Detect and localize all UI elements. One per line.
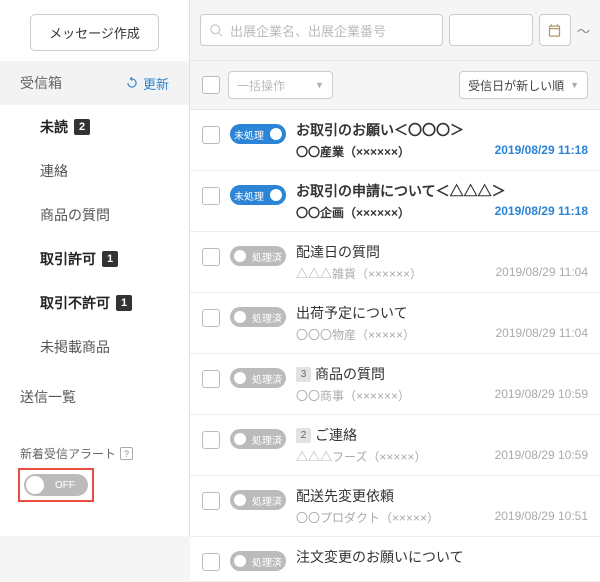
inbox-label[interactable]: 受信箱 — [20, 73, 62, 93]
date-tilde: 〜 — [577, 21, 590, 40]
message-subject: 3商品の質問 — [296, 364, 588, 384]
calendar-button[interactable] — [539, 14, 571, 46]
message-subject: 配達日の質問 — [296, 242, 588, 262]
row-checkbox[interactable] — [202, 492, 220, 510]
sort-label: 受信日が新しい順 — [468, 77, 564, 94]
message-row[interactable]: 未処理お取引の申請について＜△△△＞ 〇〇企画（××××××） 2019/08/29… — [190, 171, 600, 232]
sidebar-item[interactable]: 取引不許可1 — [0, 281, 189, 325]
sidebar-item[interactable]: 未掲載商品 — [0, 325, 189, 369]
refresh-link[interactable]: 更新 — [125, 74, 169, 93]
count-badge: 2 — [74, 119, 90, 135]
select-all-checkbox[interactable] — [202, 76, 220, 94]
toggle-text: OFF — [44, 480, 86, 491]
refresh-icon — [125, 76, 139, 90]
status-pill[interactable]: 処理済 — [230, 551, 286, 571]
message-subject: お取引の申請について＜△△△＞ — [296, 181, 588, 201]
message-date: 2019/08/29 11:18 — [495, 143, 588, 160]
sidebar-item[interactable]: 連絡 — [0, 149, 189, 193]
status-pill[interactable]: 処理済 — [230, 307, 286, 327]
status-pill[interactable]: 未処理 — [230, 124, 286, 144]
message-row[interactable]: 処理済出荷予定について〇〇〇物産（×××××） 2019/08/29 11:04 — [190, 293, 600, 354]
message-from: 〇〇〇物産（×××××） — [296, 326, 415, 343]
count-badge: 1 — [116, 295, 132, 311]
date-from-input[interactable] — [449, 14, 533, 46]
message-date: 2019/08/29 11:04 — [495, 265, 588, 282]
toggle-knob — [26, 476, 44, 494]
count-badge: 1 — [102, 251, 118, 267]
chevron-down-icon: ▼ — [570, 80, 579, 90]
status-pill[interactable]: 未処理 — [230, 185, 286, 205]
message-row[interactable]: 処理済配送先変更依頼〇〇プロダクト（×××××） 2019/08/29 10:51 — [190, 476, 600, 537]
bulk-label: 一括操作 — [237, 77, 285, 94]
message-row[interactable]: 処理済注文変更のお願いについて — [190, 537, 600, 582]
message-from: △△△雑貨（××××××） — [296, 265, 422, 282]
sent-list-link[interactable]: 送信一覧 — [0, 369, 189, 419]
alert-label: 新着受信アラート — [20, 445, 116, 462]
row-checkbox[interactable] — [202, 248, 220, 266]
row-checkbox[interactable] — [202, 126, 220, 144]
row-checkbox[interactable] — [202, 553, 220, 571]
message-from: 〇〇商事（××××××） — [296, 387, 410, 404]
help-icon[interactable]: ? — [120, 447, 133, 460]
thread-count-badge: 3 — [296, 367, 311, 382]
message-date: 2019/08/29 11:04 — [495, 326, 588, 343]
message-row[interactable]: 処理済配達日の質問 △△△雑貨（××××××） 2019/08/29 11:04 — [190, 232, 600, 293]
message-from: △△△フーズ（×××××） — [296, 448, 426, 465]
status-pill[interactable]: 処理済 — [230, 246, 286, 266]
message-subject: 配送先変更依頼 — [296, 486, 588, 506]
message-date: 2019/08/29 11:18 — [495, 204, 588, 221]
row-checkbox[interactable] — [202, 309, 220, 327]
sidebar-item[interactable]: 未読2 — [0, 105, 189, 149]
row-checkbox[interactable] — [202, 431, 220, 449]
message-subject: 出荷予定について — [296, 303, 588, 323]
status-pill[interactable]: 処理済 — [230, 490, 286, 510]
message-subject: 2ご連絡 — [296, 425, 588, 445]
sidebar-item[interactable]: 取引許可1 — [0, 237, 189, 281]
bulk-action-select[interactable]: 一括操作 ▼ — [228, 71, 333, 99]
message-subject: 注文変更のお願いについて — [296, 547, 588, 567]
message-subject: お取引のお願い＜〇〇〇＞ — [296, 120, 588, 140]
status-pill[interactable]: 処理済 — [230, 368, 286, 388]
chevron-down-icon: ▼ — [315, 80, 324, 90]
compose-button[interactable]: メッセージ作成 — [30, 14, 159, 51]
message-row[interactable]: 処理済 3商品の質問〇〇商事（××××××） 2019/08/29 10:59 — [190, 354, 600, 415]
search-input[interactable]: 出展企業名、出展企業番号 — [200, 14, 443, 46]
message-date: 2019/08/29 10:51 — [495, 509, 588, 526]
row-checkbox[interactable] — [202, 187, 220, 205]
message-row[interactable]: 処理済 2ご連絡 △△△フーズ（×××××） 2019/08/29 10:59 — [190, 415, 600, 476]
sidebar-item[interactable]: 商品の質問 — [0, 193, 189, 237]
status-pill[interactable]: 処理済 — [230, 429, 286, 449]
message-row[interactable]: 未処理お取引のお願い＜〇〇〇＞ 〇〇産業（××××××） 2019/08/29 11… — [190, 110, 600, 171]
message-date: 2019/08/29 10:59 — [495, 448, 588, 465]
message-from: 〇〇プロダクト（×××××） — [296, 509, 439, 526]
message-from: 〇〇産業（××××××） — [296, 143, 410, 160]
search-icon — [209, 23, 224, 38]
alert-toggle-highlight: OFF — [18, 468, 94, 502]
message-date: 2019/08/29 10:59 — [495, 387, 588, 404]
sort-select[interactable]: 受信日が新しい順 ▼ — [459, 71, 588, 99]
search-placeholder: 出展企業名、出展企業番号 — [230, 21, 386, 40]
alert-toggle[interactable]: OFF — [24, 474, 88, 496]
message-from: 〇〇企画（××××××） — [296, 204, 410, 221]
refresh-text: 更新 — [143, 74, 169, 93]
calendar-icon — [547, 23, 562, 38]
row-checkbox[interactable] — [202, 370, 220, 388]
thread-count-badge: 2 — [296, 428, 311, 443]
